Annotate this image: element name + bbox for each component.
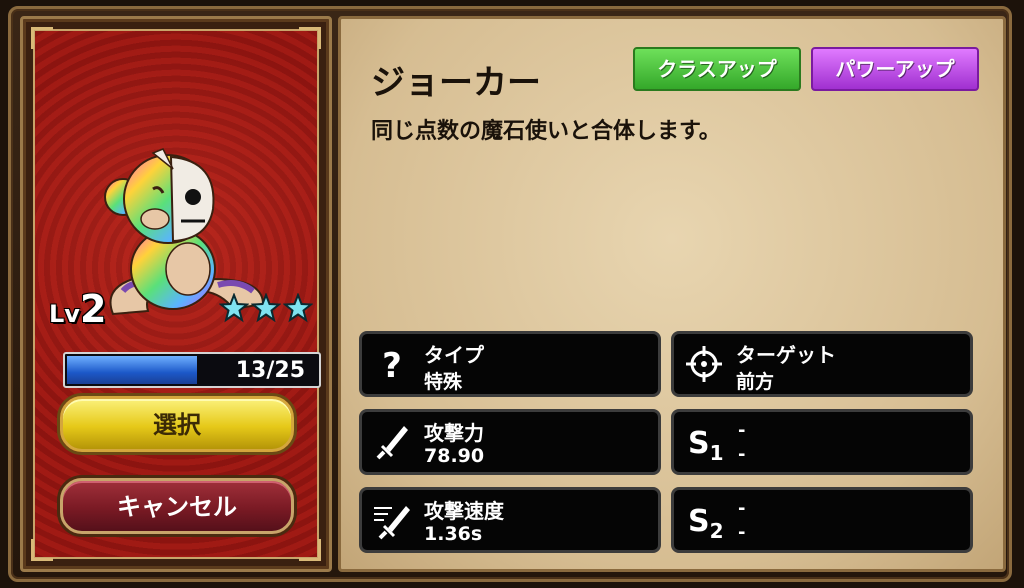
skill-2-number: 2 [709,519,724,543]
frame-corner [299,539,321,561]
power-up-button[interactable]: パワーアップ [811,47,979,91]
frame-corner [31,27,53,49]
stat-speed-value: 1.36s [424,523,483,545]
skill-2-badge: S2 [688,504,724,543]
skill-2-line-1: - [738,498,746,519]
frame-corner [299,27,321,49]
skill-1-letter: S [688,426,710,461]
info-panel: ジョーカー クラスアップ パワーアップ 同じ点数の魔石使いと合体します。 ? タ… [338,16,1006,572]
sword-icon [376,426,408,460]
frame-corner [31,539,53,561]
rarity-stars [219,293,313,323]
unit-name: ジョーカー [371,63,541,103]
swift-sword-icon [374,506,410,540]
level-value: 2 [79,287,107,331]
crosshair-icon [686,346,722,382]
select-button[interactable]: 選択 [60,396,294,452]
stat-speed: 攻撃速度 1.36s [359,487,661,553]
star-icon [219,293,249,323]
stat-skill-1: S1 - - [671,409,973,475]
stat-type-label: タイプ [424,343,484,367]
cancel-button[interactable]: キャンセル [60,478,294,534]
skill-1-number: 1 [709,441,724,465]
stat-target-label: ターゲット [736,343,836,367]
skill-1-line-2: - [738,444,746,465]
stat-target: ターゲット 前方 [671,331,973,397]
skill-2-letter: S [688,504,710,539]
stat-type: ? タイプ 特殊 [359,331,661,397]
level-label: Lv [49,300,80,328]
stat-speed-label: 攻撃速度 [424,499,504,523]
skill-1-line-1: - [738,420,746,441]
stat-attack-value: 78.90 [424,445,485,467]
stat-attack: 攻撃力 78.90 [359,409,661,475]
star-icon [251,293,281,323]
experience-bar-fill [67,356,197,384]
level-indicator: Lv2 [49,287,106,331]
stat-type-value: 特殊 [424,371,463,393]
stat-target-value: 前方 [736,371,775,393]
class-up-button[interactable]: クラスアップ [633,47,801,91]
star-icon [283,293,313,323]
unit-description: 同じ点数の魔石使いと合体します。 [371,119,721,144]
experience-text: 13/25 [235,358,305,383]
question-icon: ? [382,346,402,384]
skill-2-line-2: - [738,522,746,543]
experience-bar: 13/25 [63,352,321,388]
stat-attack-label: 攻撃力 [424,421,484,445]
skill-1-badge: S1 [688,426,724,465]
svg-text:?: ? [382,346,402,384]
stat-skill-2: S2 - - [671,487,973,553]
